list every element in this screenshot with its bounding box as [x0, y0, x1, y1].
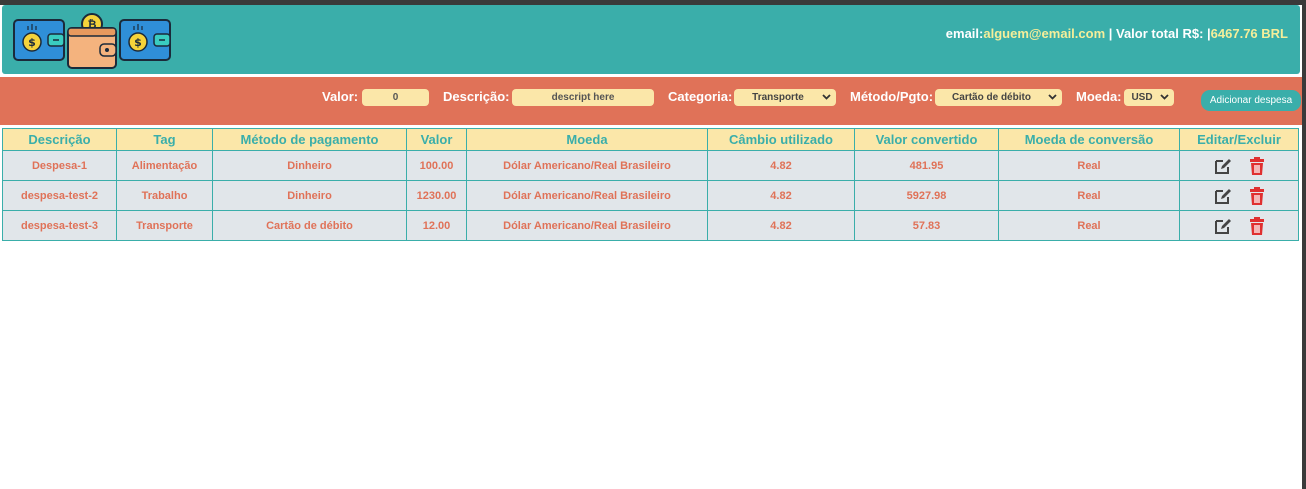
cell-descricao: despesa-test-2	[2, 180, 117, 211]
header-editar-excluir: Editar/Excluir	[1179, 128, 1299, 151]
header-cambio: Câmbio utilizado	[707, 128, 855, 151]
moeda-label: Moeda:	[1076, 89, 1122, 104]
header-metodo: Método de pagamento	[212, 128, 407, 151]
descricao-input[interactable]	[512, 89, 654, 106]
metodo-label: Método/Pgto:	[850, 89, 934, 104]
header-valor-convertido: Valor convertido	[854, 128, 999, 151]
cell-moeda: Dólar Americano/Real Brasileiro	[466, 180, 708, 211]
user-info: email:alguem@email.com | Valor total R$:…	[946, 26, 1288, 41]
valor-input[interactable]	[362, 89, 429, 106]
cell-cambio: 4.82	[707, 180, 855, 211]
cell-valor: 12.00	[406, 210, 467, 241]
header-descricao: Descrição	[2, 128, 117, 151]
cell-valor-convertido: 5927.98	[854, 180, 999, 211]
valor-label: Valor:	[322, 89, 359, 104]
total-label: | Valor total R$: |	[1105, 26, 1211, 41]
cell-metodo: Cartão de débito	[212, 210, 407, 241]
moeda-select[interactable]: USD	[1124, 89, 1174, 106]
cell-cambio: 4.82	[707, 150, 855, 181]
cell-moeda-conversao: Real	[998, 150, 1180, 181]
header-moeda: Moeda	[466, 128, 708, 151]
edit-icon[interactable]	[1213, 187, 1233, 205]
cell-tag: Transporte	[116, 210, 213, 241]
total-value: 6467.76 BRL	[1210, 26, 1288, 41]
cell-moeda-conversao: Real	[998, 210, 1180, 241]
cell-valor-convertido: 481.95	[854, 150, 999, 181]
cell-actions	[1179, 210, 1299, 241]
cell-tag: Alimentação	[116, 150, 213, 181]
table-row: Despesa-1 Alimentação Dinheiro 100.00 Dó…	[2, 150, 1299, 181]
cell-descricao: Despesa-1	[2, 150, 117, 181]
cell-descricao: despesa-test-3	[2, 210, 117, 241]
categoria-select-value: Transporte	[752, 92, 804, 103]
cell-valor-convertido: 57.83	[854, 210, 999, 241]
table-row: despesa-test-2 Trabalho Dinheiro 1230.00…	[2, 180, 1299, 211]
table-row: despesa-test-3 Transporte Cartão de débi…	[2, 210, 1299, 241]
header-tag: Tag	[116, 128, 213, 151]
wallet-coins-logo: $ ₿ $	[13, 13, 171, 69]
app-header: $ ₿ $ email:alguem@email.com | Valor tot…	[2, 5, 1300, 74]
cell-moeda-conversao: Real	[998, 180, 1180, 211]
trash-icon[interactable]	[1249, 216, 1265, 235]
cell-valor: 1230.00	[406, 180, 467, 211]
cell-valor: 100.00	[406, 150, 467, 181]
svg-text:$: $	[134, 36, 142, 49]
user-email: alguem@email.com	[983, 26, 1106, 41]
metodo-select[interactable]: Cartão de débito	[935, 89, 1062, 106]
trash-icon[interactable]	[1249, 156, 1265, 175]
moeda-select-value: USD	[1131, 92, 1153, 103]
window-right-border	[1302, 0, 1306, 489]
email-label: email:	[945, 26, 984, 41]
categoria-select[interactable]: Transporte	[734, 89, 836, 106]
cell-metodo: Dinheiro	[212, 150, 407, 181]
cell-actions	[1179, 180, 1299, 211]
cell-metodo: Dinheiro	[212, 180, 407, 211]
descricao-label: Descrição:	[443, 89, 510, 104]
header-moeda-conversao: Moeda de conversão	[998, 128, 1180, 151]
cell-moeda: Dólar Americano/Real Brasileiro	[466, 150, 708, 181]
table-header-row: Descrição Tag Método de pagamento Valor …	[2, 128, 1299, 151]
cell-tag: Trabalho	[116, 180, 213, 211]
trash-icon[interactable]	[1249, 186, 1265, 205]
edit-icon[interactable]	[1213, 157, 1233, 175]
metodo-select-value: Cartão de débito	[952, 92, 1031, 103]
chevron-down-icon	[1048, 94, 1057, 100]
header-valor: Valor	[406, 128, 467, 151]
svg-text:$: $	[28, 36, 36, 49]
edit-icon[interactable]	[1213, 217, 1233, 235]
cell-moeda: Dólar Americano/Real Brasileiro	[466, 210, 708, 241]
add-expense-button[interactable]: Adicionar despesa	[1201, 90, 1301, 111]
expense-form: Valor: Descrição: Categoria: Transporte …	[0, 77, 1302, 125]
expenses-table: Descrição Tag Método de pagamento Valor …	[2, 128, 1299, 241]
chevron-down-icon	[822, 94, 831, 100]
cell-cambio: 4.82	[707, 210, 855, 241]
chevron-down-icon	[1160, 94, 1169, 100]
cell-actions	[1179, 150, 1299, 181]
categoria-label: Categoria:	[668, 89, 733, 104]
